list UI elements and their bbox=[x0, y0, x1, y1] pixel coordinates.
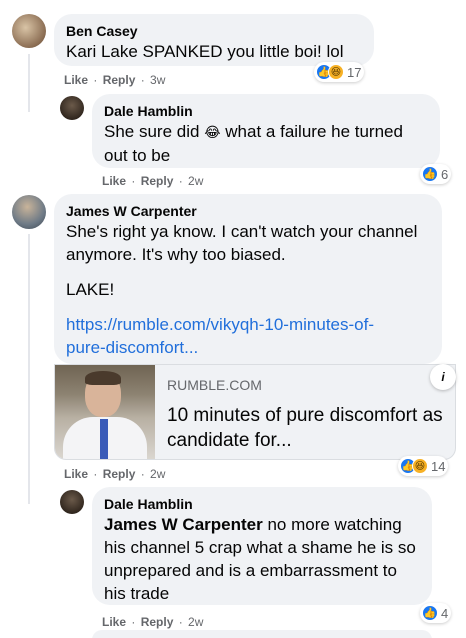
reaction-count: 14 bbox=[431, 458, 446, 474]
reply-button[interactable]: Reply bbox=[141, 615, 174, 629]
reaction-summary[interactable]: 👍 😆 14 bbox=[398, 456, 449, 476]
comment-text-part: She sure did bbox=[104, 122, 200, 141]
thread-line bbox=[28, 54, 30, 112]
reaction-summary[interactable]: 👍 😆 17 bbox=[314, 62, 365, 82]
comment-text: LAKE! bbox=[66, 280, 115, 299]
comment-bubble: Dale Hamblin James W Carpenter no more w… bbox=[92, 487, 432, 605]
reaction-summary[interactable]: 👍 6 bbox=[420, 164, 452, 184]
timestamp[interactable]: 2w bbox=[188, 174, 203, 188]
comment-actions: Like · Reply · 3w bbox=[64, 73, 166, 87]
link-preview-title[interactable]: 10 minutes of pure discomfort as candida… bbox=[167, 403, 447, 453]
laughing-emoji-icon: 😂 bbox=[204, 124, 221, 140]
timestamp[interactable]: 2w bbox=[188, 615, 203, 629]
comment-link[interactable]: https://rumble.com/vikyqh-10-minutes-of-… bbox=[66, 313, 430, 359]
comment-actions: Like · Reply · 2w bbox=[64, 467, 166, 481]
link-text[interactable]: pure-discomfort... bbox=[66, 336, 430, 359]
reaction-summary[interactable]: 👍 4 bbox=[420, 603, 452, 623]
comment-text: James W Carpenter no more watching his c… bbox=[104, 513, 420, 605]
like-button[interactable]: Like bbox=[64, 467, 88, 481]
avatar[interactable] bbox=[12, 14, 46, 48]
reaction-count: 4 bbox=[441, 605, 449, 621]
thread-line bbox=[28, 234, 30, 504]
comment-actions: Like · Reply · 2w bbox=[102, 174, 204, 188]
reply-button[interactable]: Reply bbox=[103, 467, 136, 481]
link-preview-thumbnail[interactable] bbox=[55, 365, 155, 459]
comment-author[interactable]: Dale Hamblin bbox=[104, 495, 420, 513]
avatar[interactable] bbox=[12, 195, 46, 229]
like-icon: 👍 bbox=[422, 605, 438, 621]
like-button[interactable]: Like bbox=[102, 174, 126, 188]
reaction-count: 17 bbox=[347, 64, 362, 80]
comment-author[interactable]: Dale Hamblin bbox=[104, 102, 428, 120]
avatar[interactable] bbox=[60, 96, 84, 120]
comment-text: She sure did 😂 what a failure he turned … bbox=[104, 120, 428, 167]
like-icon: 👍 bbox=[422, 166, 438, 182]
timestamp[interactable]: 2w bbox=[150, 467, 165, 481]
comment-bubble: Dale Hamblin She sure did 😂 what a failu… bbox=[92, 94, 440, 168]
like-button[interactable]: Like bbox=[64, 73, 88, 87]
comment-text: Kari Lake SPANKED you little boi! lol bbox=[66, 42, 344, 61]
haha-icon: 😆 bbox=[328, 64, 344, 80]
haha-icon: 😆 bbox=[412, 458, 428, 474]
reply-button[interactable]: Reply bbox=[141, 174, 174, 188]
mention-link[interactable]: James W Carpenter bbox=[104, 515, 263, 534]
comment-bubble: James W Carpenter She's right ya know. I… bbox=[54, 194, 442, 364]
link-preview-domain: RUMBLE.COM bbox=[167, 377, 262, 393]
comment-author[interactable]: Ben Casey bbox=[66, 22, 362, 40]
reply-button[interactable]: Reply bbox=[103, 73, 136, 87]
comment-text: She's right ya know. I can't watch your … bbox=[66, 222, 418, 264]
next-comment-bubble bbox=[92, 630, 432, 638]
link-text[interactable]: https://rumble.com/vikyqh-10-minutes-of- bbox=[66, 313, 430, 336]
timestamp[interactable]: 3w bbox=[150, 73, 165, 87]
info-icon[interactable]: i bbox=[430, 364, 456, 390]
like-button[interactable]: Like bbox=[102, 615, 126, 629]
comment-bubble: Ben Casey Kari Lake SPANKED you little b… bbox=[54, 14, 374, 66]
comment-author[interactable]: James W Carpenter bbox=[66, 202, 430, 220]
link-preview-card[interactable]: RUMBLE.COM 10 minutes of pure discomfort… bbox=[54, 364, 456, 460]
reaction-count: 6 bbox=[441, 166, 449, 182]
comment-actions: Like · Reply · 2w bbox=[102, 615, 204, 629]
avatar[interactable] bbox=[60, 490, 84, 514]
